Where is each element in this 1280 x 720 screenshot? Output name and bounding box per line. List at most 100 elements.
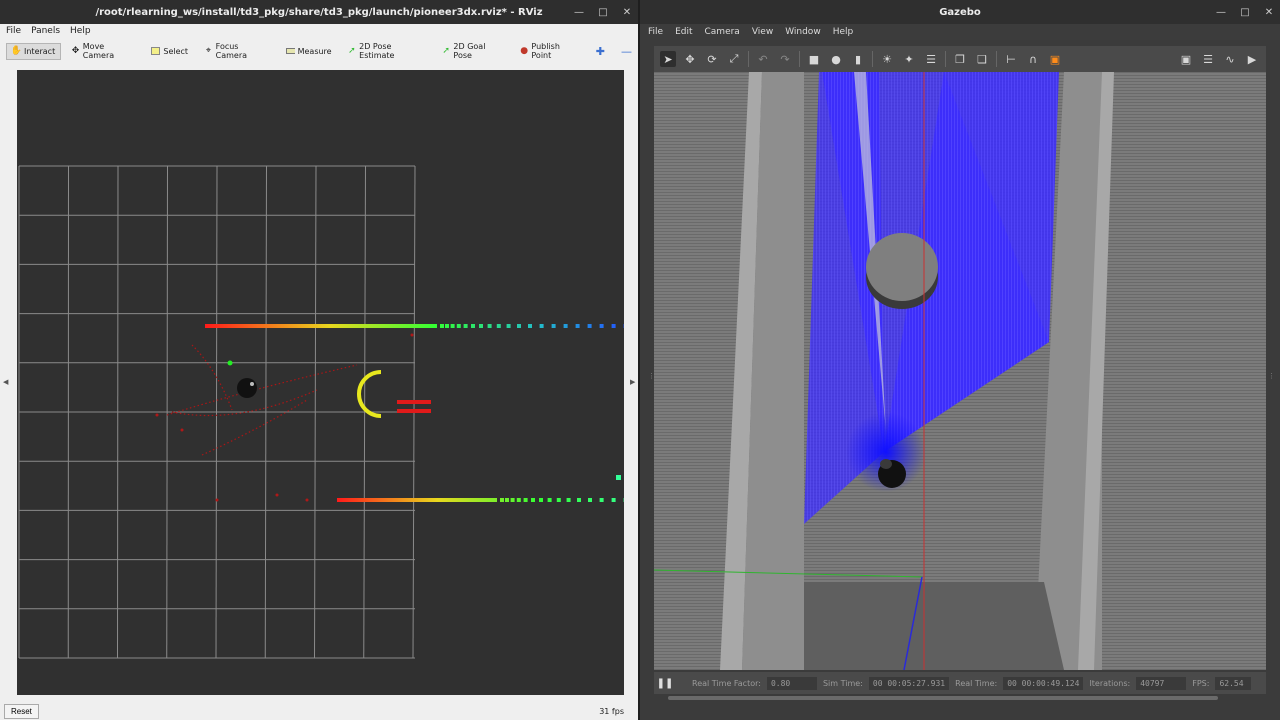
menu-camera[interactable]: Camera xyxy=(705,27,740,37)
toolbar-separator xyxy=(945,51,946,67)
laser-beam-dot xyxy=(505,498,509,502)
pause-icon[interactable]: ❚❚ xyxy=(657,676,674,690)
maximize-icon[interactable]: □ xyxy=(1240,7,1250,18)
menu-file[interactable]: File xyxy=(648,27,663,37)
laser-beam-bottom xyxy=(337,498,624,502)
copy-icon[interactable]: ❐ xyxy=(952,51,968,67)
rviz-3d-view[interactable] xyxy=(17,70,624,695)
pin-icon: ● xyxy=(520,46,529,56)
tool-2d-pose-estimate[interactable]: ➚ 2D Pose Estimate xyxy=(342,38,432,64)
goal-arrow-icon: ➚ xyxy=(442,46,450,56)
rotate-icon[interactable]: ⟳ xyxy=(704,51,720,67)
translate-icon[interactable]: ✥ xyxy=(682,51,698,67)
laser-beam-dot xyxy=(588,498,592,502)
menu-help[interactable]: Help xyxy=(70,26,91,36)
sim-time-value: 00 00:05:27.931 xyxy=(868,676,950,690)
toolbar-separator xyxy=(996,51,997,67)
minimize-icon[interactable]: — xyxy=(574,7,584,18)
right-panel-collapse-icon[interactable]: ▶ xyxy=(630,378,636,388)
laser-beam-dot xyxy=(471,324,475,328)
menu-file[interactable]: File xyxy=(6,26,21,36)
robot-marker xyxy=(237,378,257,398)
gazebo-status-bar: ❚❚ Real Time Factor: 0.80 Sim Time: 00 0… xyxy=(654,672,1266,694)
rviz-fps: 31 fps xyxy=(599,706,624,716)
redo-icon[interactable]: ↷ xyxy=(777,51,793,67)
undo-icon[interactable]: ↶ xyxy=(755,51,771,67)
goal-marker xyxy=(227,360,233,366)
tool-label: Publish Point xyxy=(531,42,560,60)
right-panel-handle-icon[interactable]: ⋮ xyxy=(1268,372,1275,382)
box-shape-icon[interactable]: ■ xyxy=(806,51,822,67)
laser-beam-dot xyxy=(611,498,616,502)
laser-beam-dot xyxy=(517,324,521,328)
rviz-menubar: File Panels Help xyxy=(0,24,638,38)
menu-view[interactable]: View xyxy=(752,27,773,37)
change-view-icon[interactable]: ▣ xyxy=(1047,51,1063,67)
horizontal-scrollbar[interactable] xyxy=(668,696,1218,700)
cylinder-shape-icon[interactable]: ▮ xyxy=(850,51,866,67)
plot-icon[interactable]: ∿ xyxy=(1222,51,1238,67)
menu-panels[interactable]: Panels xyxy=(31,26,60,36)
gazebo-toolbar: ➤ ✥ ⟳ ⤢ ↶ ↷ ■ ● ▮ ☀ ✦ ☰ ❐ ❑ ⊢ ∩ ▣ ▣ ☰ ∿ … xyxy=(654,46,1266,72)
fps-value: 62.54 xyxy=(1215,676,1252,690)
close-icon[interactable]: ✕ xyxy=(622,7,632,18)
cylinder-obstacle xyxy=(866,233,938,301)
align-icon[interactable]: ⊢ xyxy=(1003,51,1019,67)
rviz-scene xyxy=(18,165,624,659)
add-tool-button[interactable]: ✚ xyxy=(590,41,611,62)
laser-beam-dot xyxy=(531,498,535,502)
real-time-factor-label: Real Time Factor: xyxy=(692,678,761,688)
laser-beam-dot xyxy=(611,324,616,328)
toolbar-separator xyxy=(872,51,873,67)
laser-beam-dot xyxy=(500,498,504,502)
real-time-value: 00 00:00:49.124 xyxy=(1003,676,1084,690)
spot-light-icon[interactable]: ☰ xyxy=(923,51,939,67)
select-icon xyxy=(151,47,161,56)
tool-interact[interactable]: ✋ Interact xyxy=(6,42,62,60)
select-mode-icon[interactable]: ➤ xyxy=(660,51,676,67)
maximize-icon[interactable]: □ xyxy=(598,7,608,18)
laser-beam-dot xyxy=(599,498,604,502)
reset-button[interactable]: Reset xyxy=(4,703,39,719)
iterations-value: 40797 xyxy=(1136,676,1187,690)
fps-label: FPS: xyxy=(1192,678,1210,688)
tool-focus-camera[interactable]: ⌖ Focus Camera xyxy=(198,38,276,64)
sun-light-icon[interactable]: ☀ xyxy=(879,51,895,67)
laser-beam-dot xyxy=(599,324,604,328)
obstacle-bar xyxy=(397,409,431,413)
gazebo-window-title: Gazebo xyxy=(939,6,981,18)
tool-2d-goal-pose[interactable]: ➚ 2D Goal Pose xyxy=(436,38,510,64)
laser-beam-dot xyxy=(479,324,483,328)
sphere-shape-icon[interactable]: ● xyxy=(828,51,844,67)
laser-scatter xyxy=(155,333,414,502)
scale-icon[interactable]: ⤢ xyxy=(726,51,742,67)
laser-beam-dot xyxy=(547,498,552,502)
real-time-factor-value: 0.80 xyxy=(766,676,817,690)
gazebo-window-controls: — □ ✕ xyxy=(1216,0,1274,24)
point-light-icon[interactable]: ✦ xyxy=(901,51,917,67)
laser-beam-solid xyxy=(205,324,437,328)
laser-beam-dot xyxy=(539,498,543,502)
video-icon[interactable]: ▶ xyxy=(1244,51,1260,67)
laser-beam-dot xyxy=(556,498,561,502)
screenshot-icon[interactable]: ▣ xyxy=(1178,51,1194,67)
left-panel-collapse-icon[interactable]: ◀ xyxy=(3,378,9,388)
laser-beam-dot xyxy=(563,324,568,328)
menu-help[interactable]: Help xyxy=(833,27,854,37)
tool-publish-point[interactable]: ● Publish Point xyxy=(514,38,586,64)
tool-measure[interactable]: Measure xyxy=(280,43,338,60)
snap-icon[interactable]: ∩ xyxy=(1025,51,1041,67)
tool-move-camera[interactable]: ✥ Move Camera xyxy=(65,38,141,64)
remove-tool-button[interactable]: — xyxy=(615,41,638,62)
log-icon[interactable]: ☰ xyxy=(1200,51,1216,67)
paste-icon[interactable]: ❑ xyxy=(974,51,990,67)
tool-select[interactable]: Select xyxy=(145,43,194,60)
obstacle-arc xyxy=(357,370,382,418)
sim-time-label: Sim Time: xyxy=(822,678,863,688)
menu-edit[interactable]: Edit xyxy=(675,27,692,37)
minimize-icon[interactable]: — xyxy=(1216,7,1226,18)
gazebo-3d-view[interactable] xyxy=(654,72,1266,670)
laser-beam-dot xyxy=(487,324,492,328)
menu-window[interactable]: Window xyxy=(785,27,821,37)
close-icon[interactable]: ✕ xyxy=(1264,7,1274,18)
